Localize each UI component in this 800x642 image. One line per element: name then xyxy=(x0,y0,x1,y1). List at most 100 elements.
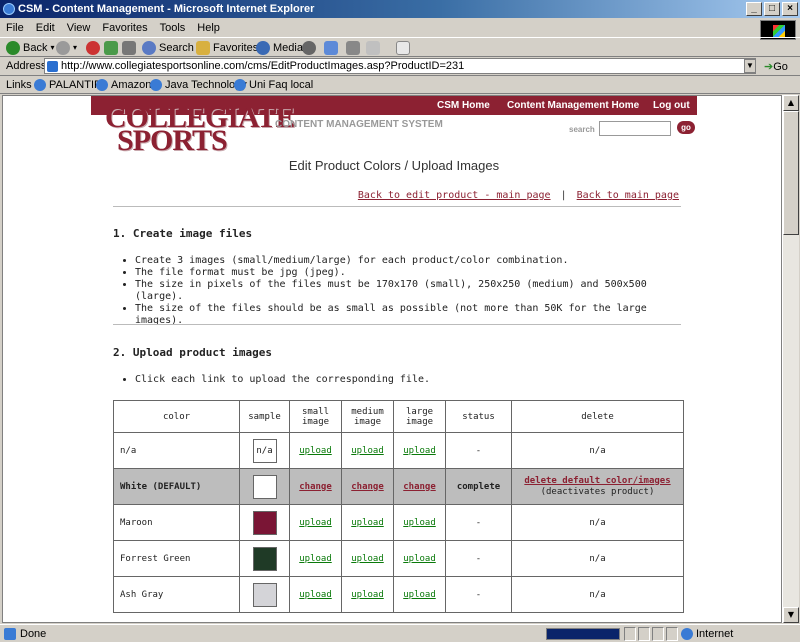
back-button[interactable]: Back ▾ xyxy=(6,38,54,58)
nav-csm-home[interactable]: CSM Home xyxy=(437,96,490,115)
top-links: Back to edit product - main page | Back … xyxy=(358,190,679,201)
nav-log-out[interactable]: Log out xyxy=(653,96,690,115)
status-cell: - xyxy=(445,540,512,577)
upload-medium-link[interactable]: upload xyxy=(351,590,384,600)
back-to-main-page-link[interactable]: Back to main page xyxy=(577,190,679,201)
refresh-icon[interactable] xyxy=(104,41,118,55)
close-button[interactable]: × xyxy=(782,2,798,16)
page-viewport: CSM Home Content Management Home Log out… xyxy=(2,95,782,623)
ie-page-icon xyxy=(234,79,246,91)
minimize-button[interactable]: _ xyxy=(746,2,762,16)
upload-medium-link[interactable]: upload xyxy=(351,446,384,456)
change-medium-link[interactable]: change xyxy=(351,482,384,492)
delete-default-link[interactable]: delete default color/images xyxy=(524,476,670,486)
delete-note: (deactivates product) xyxy=(540,486,655,497)
col-header-status: status xyxy=(445,400,512,433)
list-item: The size in pixels of the files must be … xyxy=(135,279,697,303)
link-palantir[interactable]: PALANTIR xyxy=(34,76,102,94)
go-arrow-icon: ➔ xyxy=(764,61,774,73)
back-to-edit-product-link[interactable]: Back to edit product - main page xyxy=(358,190,551,201)
status-segment xyxy=(652,627,664,641)
divider xyxy=(113,324,681,325)
status-segment xyxy=(638,627,650,641)
col-header-color: color xyxy=(113,400,240,433)
table-header-row: color sample small image medium image la… xyxy=(113,400,684,433)
link-java-technology[interactable]: Java Technology xyxy=(150,76,247,94)
address-dropdown-icon[interactable]: ▼ xyxy=(744,59,756,73)
search-icon xyxy=(142,41,156,55)
menu-favorites[interactable]: Favorites xyxy=(96,22,153,34)
menu-tools[interactable]: Tools xyxy=(154,22,192,34)
table-row-default: White (DEFAULT) change change change com… xyxy=(113,468,684,505)
col-header-sample: sample xyxy=(239,400,290,433)
scroll-down-icon[interactable]: ▼ xyxy=(783,607,799,623)
search-input[interactable] xyxy=(599,121,671,136)
status-text: Done xyxy=(20,628,47,640)
color-name: n/a xyxy=(113,432,240,469)
progress-bar xyxy=(546,628,620,640)
media-icon xyxy=(256,41,270,55)
media-button[interactable]: Media xyxy=(256,38,303,58)
upload-medium-link[interactable]: upload xyxy=(351,518,384,528)
mail-icon[interactable] xyxy=(324,41,338,55)
link-uni-faq-local[interactable]: Uni Faq local xyxy=(234,76,313,94)
table-row: Ash Gray upload upload upload - n/a xyxy=(113,576,684,613)
upload-small-link[interactable]: upload xyxy=(299,590,332,600)
nav-content-management-home[interactable]: Content Management Home xyxy=(507,96,639,115)
page-icon xyxy=(47,61,58,72)
upload-large-link[interactable]: upload xyxy=(403,446,436,456)
favorites-button[interactable]: Favorites xyxy=(196,38,258,58)
menu-edit[interactable]: Edit xyxy=(30,22,61,34)
upload-instructions-list: Click each link to upload the correspond… xyxy=(135,374,430,386)
cms-page: CSM Home Content Management Home Log out… xyxy=(91,96,697,622)
address-input[interactable]: http://www.collegiatesportsonline.com/cm… xyxy=(44,58,756,74)
maximize-button[interactable]: □ xyxy=(764,2,780,16)
home-icon[interactable] xyxy=(122,41,136,55)
status-segment xyxy=(666,627,678,641)
scroll-up-icon[interactable]: ▲ xyxy=(783,95,799,111)
search-go-button[interactable]: go xyxy=(677,121,695,134)
upload-small-link[interactable]: upload xyxy=(299,554,332,564)
status-cell: - xyxy=(445,504,512,541)
color-swatch: n/a xyxy=(252,438,277,463)
links-label: Links xyxy=(6,79,32,91)
menu-help[interactable]: Help xyxy=(191,22,226,34)
upload-large-link[interactable]: upload xyxy=(403,554,436,564)
col-header-delete: delete xyxy=(511,400,684,433)
list-item: The file format must be jpg (jpeg). xyxy=(135,267,697,279)
address-label: Address xyxy=(6,60,47,72)
go-button[interactable]: ➔Go xyxy=(764,60,788,73)
upload-large-link[interactable]: upload xyxy=(403,590,436,600)
browser-window: CSM - Content Management - Microsoft Int… xyxy=(0,0,800,642)
link-amazon[interactable]: Amazon xyxy=(96,76,151,94)
title-bar: CSM - Content Management - Microsoft Int… xyxy=(0,0,800,18)
upload-small-link[interactable]: upload xyxy=(299,518,332,528)
status-cell: - xyxy=(445,576,512,613)
change-small-link[interactable]: change xyxy=(299,482,332,492)
status-cell: complete xyxy=(445,468,512,505)
menu-view[interactable]: View xyxy=(61,22,97,34)
edit-icon[interactable] xyxy=(366,41,380,55)
change-large-link[interactable]: change xyxy=(403,482,436,492)
ie-page-icon xyxy=(150,79,162,91)
toolbar: Back ▾ ▾ Search Favorites Media xyxy=(0,37,800,57)
discuss-icon[interactable] xyxy=(396,41,410,55)
upload-medium-link[interactable]: upload xyxy=(351,554,384,564)
color-swatch xyxy=(252,546,277,571)
history-icon[interactable] xyxy=(302,41,316,55)
delete-cell: n/a xyxy=(511,432,684,469)
upload-small-link[interactable]: upload xyxy=(299,446,332,456)
color-name: White (DEFAULT) xyxy=(113,468,240,505)
upload-large-link[interactable]: upload xyxy=(403,518,436,528)
scroll-thumb[interactable] xyxy=(783,111,799,235)
search-label: search xyxy=(569,125,595,134)
menu-file[interactable]: File xyxy=(0,22,30,34)
stop-icon[interactable] xyxy=(86,41,100,55)
forward-button[interactable]: ▾ xyxy=(56,38,77,58)
status-bar: Done Internet xyxy=(0,624,800,642)
vertical-scrollbar[interactable]: ▲ ▼ xyxy=(782,95,799,623)
site-logo[interactable]: COLLEGIATE SPORTS xyxy=(105,103,295,156)
link-separator: | xyxy=(560,190,567,201)
search-button[interactable]: Search xyxy=(142,38,194,58)
print-icon[interactable] xyxy=(346,41,360,55)
